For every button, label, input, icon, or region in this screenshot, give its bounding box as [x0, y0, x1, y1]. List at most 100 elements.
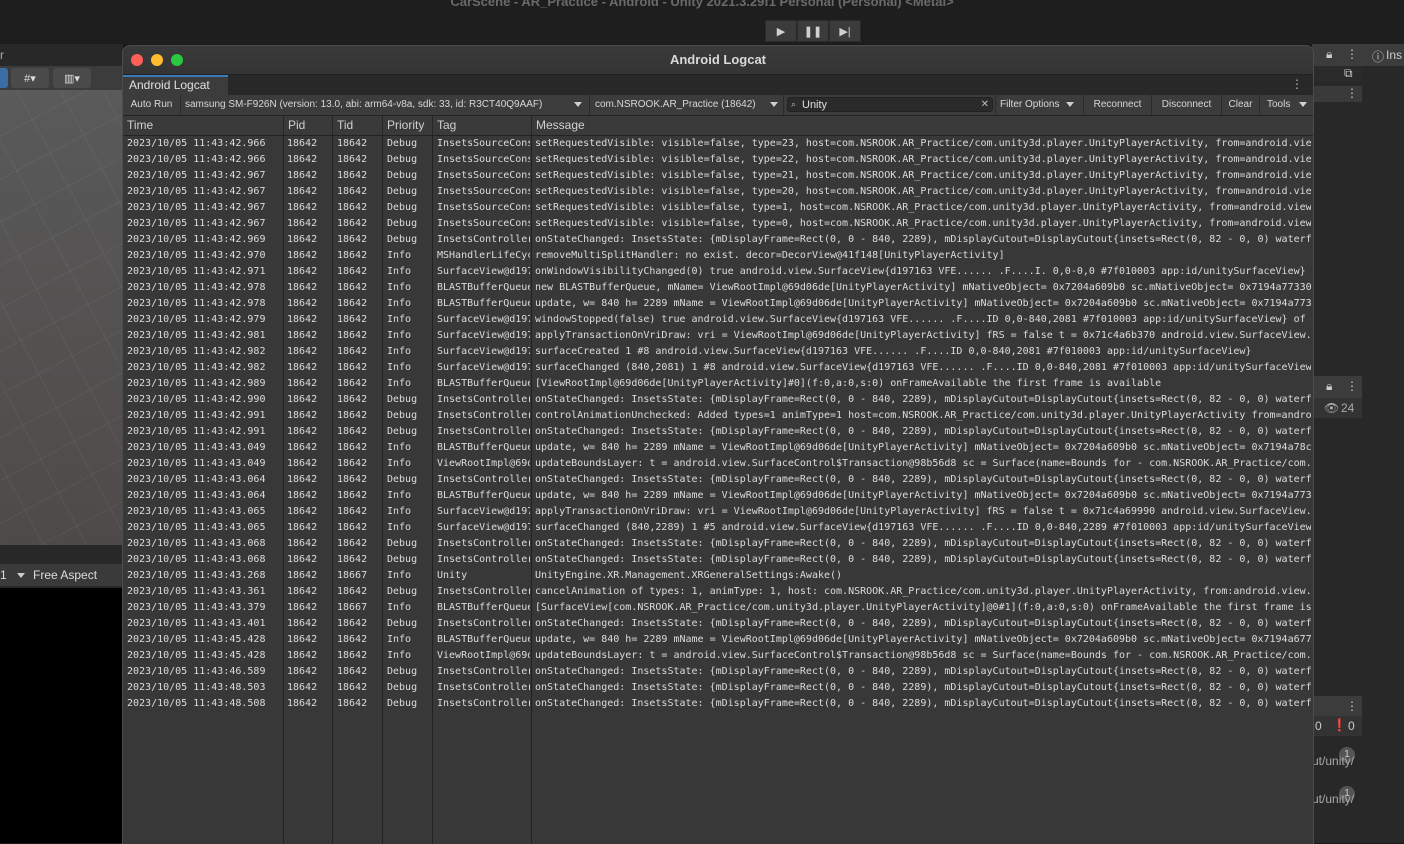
pause-icon[interactable]: ❚❚ — [797, 20, 829, 42]
table-row[interactable]: 2023/10/05 11:43:42.982 18642 18642 Info Sur… — [123, 344, 1313, 360]
table-row[interactable]: 2023/10/05 11:43:43.065 18642 18642 Info Sur… — [123, 504, 1313, 520]
table-row[interactable]: 2023/10/05 11:43:42.991 18642 18642 Debug In… — [123, 408, 1313, 424]
more-icon[interactable]: ⋮ — [1346, 699, 1358, 713]
table-row[interactable]: 2023/10/05 11:43:42.990 18642 18642 Debug In… — [123, 392, 1313, 408]
ruler-icon[interactable]: ▥▾ — [53, 68, 91, 88]
table-row[interactable]: 2023/10/05 11:43:42.991 18642 18642 Debug In… — [123, 424, 1313, 440]
cell-pid: 18642 — [287, 650, 318, 661]
column-header-priority[interactable]: Priority — [383, 116, 433, 135]
step-icon[interactable]: ▶| — [829, 20, 861, 42]
device-dropdown[interactable]: samsung SM-F926N (version: 13.0, abi: ar… — [185, 95, 573, 115]
table-row[interactable]: 2023/10/05 11:43:43.049 18642 18642 Info Vie… — [123, 456, 1313, 472]
cell-pid: 18642 — [287, 250, 318, 261]
column-header-message[interactable]: Message — [532, 116, 1313, 135]
right-search-field[interactable] — [1312, 66, 1362, 82]
table-row[interactable]: 2023/10/05 11:43:48.503 18642 18642 Debug In… — [123, 680, 1313, 696]
cell-tag: InsetsController — [437, 682, 530, 693]
table-row[interactable]: 2023/10/05 11:43:43.065 18642 18642 Info Sur… — [123, 520, 1313, 536]
cell-time: 2023/10/05 11:43:48.508 — [127, 698, 266, 709]
game-viewport[interactable] — [0, 588, 123, 843]
search-field[interactable]: ⌕ ✕ — [787, 97, 993, 112]
window-titlebar[interactable]: Android Logcat — [123, 46, 1313, 75]
cell-priority: Debug — [387, 538, 418, 549]
warning-count[interactable]: 0 — [1315, 719, 1322, 733]
scene-viewport[interactable] — [0, 90, 123, 545]
cell-tid: 18642 — [337, 362, 368, 373]
table-row[interactable]: 2023/10/05 11:43:42.967 18642 18642 Debug In… — [123, 168, 1313, 184]
cell-tid: 18667 — [337, 602, 368, 613]
table-row[interactable]: 2023/10/05 11:43:43.049 18642 18642 Info BLA… — [123, 440, 1313, 456]
table-row[interactable]: 2023/10/05 11:43:45.428 18642 18642 Info Vie… — [123, 648, 1313, 664]
table-row[interactable]: 2023/10/05 11:43:42.967 18642 18642 Debug In… — [123, 216, 1313, 232]
column-header-tag[interactable]: Tag — [433, 116, 532, 135]
table-row[interactable]: 2023/10/05 11:43:48.508 18642 18642 Debug In… — [123, 696, 1313, 712]
grid-snap-icon[interactable]: #▾ — [11, 68, 49, 88]
cell-pid: 18642 — [287, 682, 318, 693]
disconnect-button[interactable]: Disconnect — [1152, 95, 1222, 115]
table-row[interactable]: 2023/10/05 11:43:42.966 18642 18642 Debug In… — [123, 152, 1313, 168]
lock-icon[interactable]: 🔒︎ — [1326, 47, 1332, 62]
table-row[interactable]: 2023/10/05 11:43:43.064 18642 18642 Info BLA… — [123, 488, 1313, 504]
table-row[interactable]: 2023/10/05 11:43:46.589 18642 18642 Debug In… — [123, 664, 1313, 680]
table-row[interactable]: 2023/10/05 11:43:42.981 18642 18642 Info Sur… — [123, 328, 1313, 344]
cell-pid: 18642 — [287, 618, 318, 629]
filter-options-dropdown[interactable]: Filter Options — [995, 95, 1077, 115]
clear-search-icon[interactable]: ✕ — [981, 98, 989, 111]
scene-tool-dropdown[interactable] — [0, 68, 8, 88]
table-row[interactable]: 2023/10/05 11:43:43.068 18642 18642 Debug In… — [123, 536, 1313, 552]
table-row[interactable]: 2023/10/05 11:43:42.979 18642 18642 Info Sur… — [123, 312, 1313, 328]
inspector-tab[interactable]: Ins — [1386, 48, 1402, 62]
package-dropdown-label: com.NSROOK.AR_Practice (18642) — [595, 99, 756, 110]
search-input[interactable] — [802, 98, 978, 111]
console-counts: 0 ❗ 0 — [1312, 716, 1362, 736]
console-entry[interactable]: ut/unity/ — [1312, 754, 1354, 768]
table-row[interactable]: 2023/10/05 11:43:43.401 18642 18642 Debug In… — [123, 616, 1313, 632]
more-icon[interactable]: ⋮ — [1346, 47, 1358, 61]
display-dropdown[interactable]: 1 — [0, 568, 7, 582]
auto-run-button[interactable]: Auto Run — [123, 95, 181, 115]
table-row[interactable]: 2023/10/05 11:43:42.969 18642 18642 Debug In… — [123, 232, 1313, 248]
error-count[interactable]: 0 — [1348, 719, 1355, 733]
table-row[interactable]: 2023/10/05 11:43:42.978 18642 18642 Info BLA… — [123, 280, 1313, 296]
reconnect-button[interactable]: Reconnect — [1083, 95, 1152, 115]
cell-time: 2023/10/05 11:43:45.428 — [127, 650, 266, 661]
tab-android-logcat[interactable]: Android Logcat — [123, 75, 228, 95]
column-header-pid[interactable]: Pid — [284, 116, 333, 135]
column-header-tid[interactable]: Tid — [333, 116, 383, 135]
table-row[interactable]: 2023/10/05 11:43:43.361 18642 18642 Debug In… — [123, 584, 1313, 600]
clear-button[interactable]: Clear — [1222, 95, 1260, 115]
cell-message: surfaceCreated 1 #8 android.view.Surface… — [535, 346, 1252, 357]
table-row[interactable]: 2023/10/05 11:43:42.966 18642 18642 Debug In… — [123, 136, 1313, 152]
tab-menu-icon[interactable]: ⋮ — [1291, 77, 1303, 91]
table-row[interactable]: 2023/10/05 11:43:42.971 18642 18642 Info Sur… — [123, 264, 1313, 280]
table-row[interactable]: 2023/10/05 11:43:43.268 18642 18667 Info Uni… — [123, 568, 1313, 584]
scene-tab-label[interactable]: r — [0, 48, 4, 62]
log-list[interactable]: 2023/10/05 11:43:42.966 18642 18642 Debug In… — [123, 136, 1313, 844]
error-icon[interactable]: ❗ — [1332, 718, 1347, 732]
tools-dropdown[interactable]: Tools — [1267, 95, 1301, 115]
table-row[interactable]: 2023/10/05 11:43:42.989 18642 18642 Info BLA… — [123, 376, 1313, 392]
lock-icon[interactable]: 🔒︎ — [1326, 379, 1332, 394]
android-logcat-window: Android Logcat Android Logcat ⋮ Auto Run… — [122, 45, 1314, 844]
play-icon[interactable]: ▶ — [765, 20, 797, 42]
cell-priority: Debug — [387, 666, 418, 677]
table-row[interactable]: 2023/10/05 11:43:45.428 18642 18642 Info BLA… — [123, 632, 1313, 648]
table-row[interactable]: 2023/10/05 11:43:42.967 18642 18642 Debug In… — [123, 200, 1313, 216]
table-row[interactable]: 2023/10/05 11:43:42.967 18642 18642 Debug In… — [123, 184, 1313, 200]
aspect-dropdown[interactable]: Free Aspect — [33, 568, 97, 582]
console-entry[interactable]: ut/unity/ — [1312, 792, 1354, 806]
table-row[interactable]: 2023/10/05 11:43:43.068 18642 18642 Debug In… — [123, 552, 1313, 568]
package-dropdown[interactable]: com.NSROOK.AR_Practice (18642) — [595, 95, 765, 115]
table-row[interactable]: 2023/10/05 11:43:42.982 18642 18642 Info Sur… — [123, 360, 1313, 376]
table-row[interactable]: 2023/10/05 11:43:43.379 18642 18667 Info BLA… — [123, 600, 1313, 616]
cell-tid: 18642 — [337, 426, 368, 437]
table-row[interactable]: 2023/10/05 11:43:43.064 18642 18642 Debug In… — [123, 472, 1313, 488]
table-row[interactable]: 2023/10/05 11:43:42.978 18642 18642 Info BLA… — [123, 296, 1313, 312]
pin-icon[interactable]: ⧉ — [1344, 66, 1353, 81]
table-row[interactable]: 2023/10/05 11:43:42.970 18642 18642 Info MSH… — [123, 248, 1313, 264]
column-header-time[interactable]: Time — [123, 116, 284, 135]
cell-priority: Debug — [387, 698, 418, 709]
more-icon[interactable]: ⋮ — [1346, 379, 1358, 393]
more-icon[interactable]: ⋮ — [1346, 86, 1358, 100]
cell-priority: Info — [387, 298, 412, 309]
